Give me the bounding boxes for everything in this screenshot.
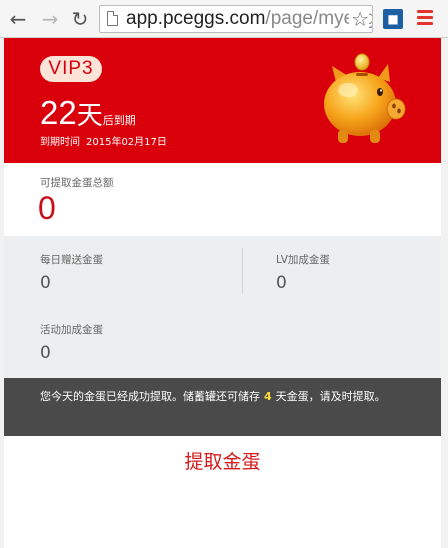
days-suffix: 后到期 [102, 114, 136, 127]
extension-icon[interactable]: ■ [383, 9, 403, 29]
piggy-bank-icon [324, 53, 406, 143]
total-section: 可提取金蛋总额 0 [4, 163, 441, 236]
vip-badge: VIP3 [40, 56, 102, 82]
url-host: app.pceggs.com [126, 8, 266, 29]
daily-value: 0 [40, 273, 51, 293]
page-icon [107, 11, 118, 26]
total-label: 可提取金蛋总额 [40, 177, 114, 189]
expire-info: 到期时间 2015年02月17日 [40, 133, 173, 148]
stats-divider [242, 248, 243, 294]
daily-label: 每日赠送金蛋 [40, 254, 103, 266]
lv-value: 0 [276, 273, 287, 293]
notice-text-after: 天金蛋，请及时提取。 [275, 390, 386, 403]
lv-label: LV加成金蛋 [276, 254, 330, 266]
back-icon[interactable]: ← [6, 7, 30, 31]
menu-icon[interactable] [417, 10, 433, 26]
notice-text-before: 您今天的金蛋已经成功提取。储蓄罐还可储存 [40, 390, 260, 403]
expire-date: 2015年02月17日 [86, 137, 167, 148]
star-icon[interactable]: ☆ [349, 7, 369, 31]
reload-icon[interactable]: ↻ [68, 7, 92, 31]
browser-window: ← → ↻ app.pceggs.com/page/myegg ☆ ■ VIP3… [0, 0, 448, 548]
vip-header: VIP3 22天后到期 到期时间 2015年02月17日 [4, 38, 441, 163]
activity-value: 0 [40, 343, 51, 363]
browser-toolbar: ← → ↻ app.pceggs.com/page/myegg ☆ ■ [0, 0, 448, 38]
notice-banner: 您今天的金蛋已经成功提取。储蓄罐还可储存 4 天金蛋，请及时提取。 [4, 378, 441, 436]
stats-section: 每日赠送金蛋 0 LV加成金蛋 0 活动加成金蛋 0 [4, 236, 441, 378]
url-text: app.pceggs.com/page/myegg [126, 8, 372, 30]
address-bar[interactable]: app.pceggs.com/page/myegg ☆ [99, 5, 373, 33]
activity-label: 活动加成金蛋 [40, 324, 103, 336]
expire-label: 到期时间 [40, 137, 80, 148]
days-unit: 天 [76, 101, 103, 131]
days-remaining: 22天后到期 [40, 94, 136, 132]
forward-icon[interactable]: → [38, 7, 62, 31]
withdraw-button[interactable]: 提取金蛋 [4, 436, 441, 484]
notice-days: 4 [264, 390, 272, 403]
days-number: 22 [40, 94, 77, 131]
total-value: 0 [38, 190, 56, 226]
page-content: VIP3 22天后到期 到期时间 2015年02月17日 可提取金蛋总额 0 每… [4, 38, 441, 548]
